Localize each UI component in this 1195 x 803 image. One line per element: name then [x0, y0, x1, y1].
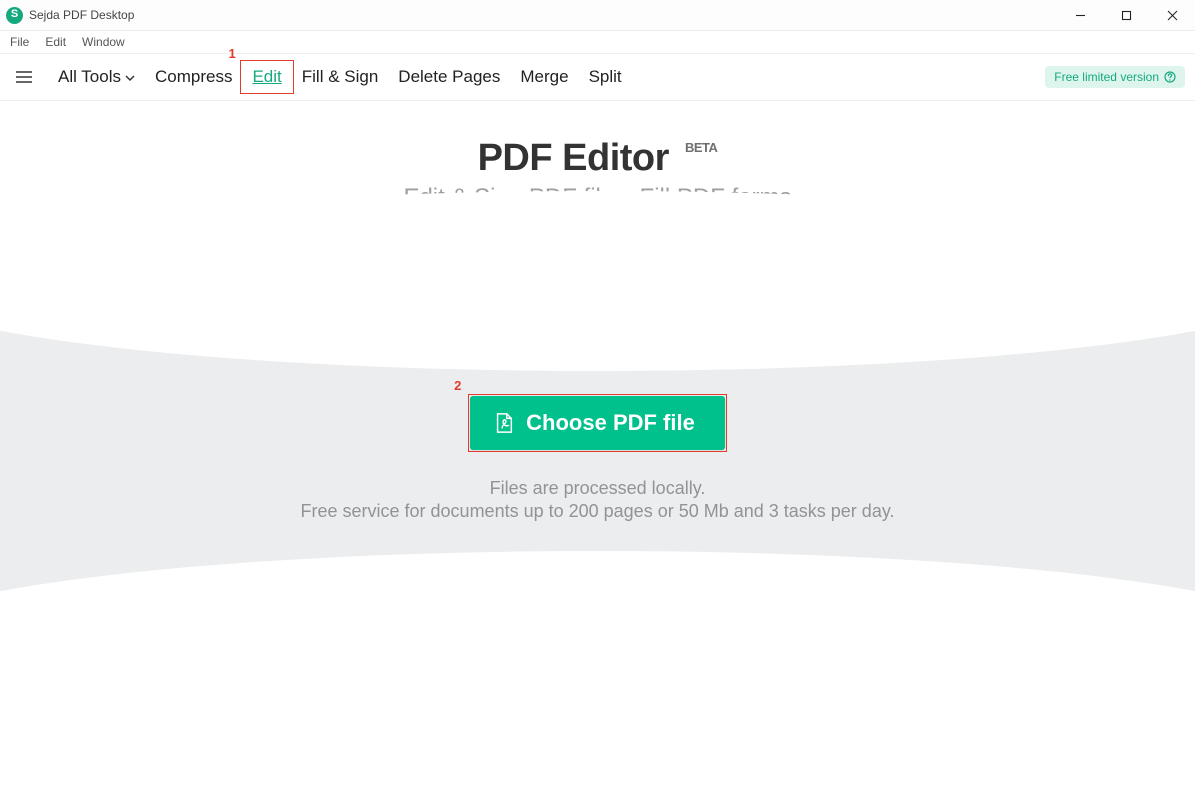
cta-wrap: Choose PDF file 2 [470, 396, 725, 450]
beta-badge: BETA [685, 140, 717, 155]
edit-button[interactable]: Edit [242, 63, 291, 91]
merge-button[interactable]: Merge [510, 63, 578, 91]
title-bar: S Sejda PDF Desktop [0, 0, 1195, 31]
delete-pages-button[interactable]: Delete Pages [388, 63, 510, 91]
annotation-number-1: 1 [228, 46, 235, 61]
window-title: Sejda PDF Desktop [29, 8, 134, 22]
hamburger-icon[interactable] [10, 54, 38, 100]
version-badge-label: Free limited version [1054, 70, 1159, 84]
main-content: PDF Editor BETA Edit & Sign PDF files, F… [0, 101, 1195, 803]
all-tools-label: All Tools [58, 67, 121, 87]
choose-pdf-label: Choose PDF file [526, 410, 695, 436]
menu-bar: File Edit Window [0, 31, 1195, 54]
pdf-file-icon [494, 412, 514, 434]
menu-edit[interactable]: Edit [37, 34, 74, 50]
chevron-down-icon [125, 73, 135, 83]
split-button[interactable]: Split [579, 63, 632, 91]
background-wave [0, 311, 1195, 611]
info-line-1: Files are processed locally. [0, 478, 1195, 499]
compress-button[interactable]: Compress [145, 63, 242, 91]
menu-window[interactable]: Window [74, 34, 133, 50]
annotation-number-2: 2 [454, 378, 461, 393]
version-badge[interactable]: Free limited version [1045, 66, 1185, 88]
help-icon [1164, 71, 1176, 83]
close-button[interactable] [1149, 0, 1195, 30]
app-logo: S [6, 7, 23, 24]
info-line-2: Free service for documents up to 200 pag… [0, 501, 1195, 522]
window-buttons [1057, 0, 1195, 30]
fill-sign-button[interactable]: Fill & Sign [292, 63, 389, 91]
page-title: PDF Editor BETA [478, 137, 718, 180]
choose-pdf-button[interactable]: Choose PDF file [470, 396, 725, 450]
maximize-button[interactable] [1103, 0, 1149, 30]
menu-file[interactable]: File [2, 34, 37, 50]
toolbar: All Tools Compress Edit Fill & Sign Dele… [0, 54, 1195, 101]
all-tools-dropdown[interactable]: All Tools [48, 63, 145, 91]
minimize-button[interactable] [1057, 0, 1103, 30]
